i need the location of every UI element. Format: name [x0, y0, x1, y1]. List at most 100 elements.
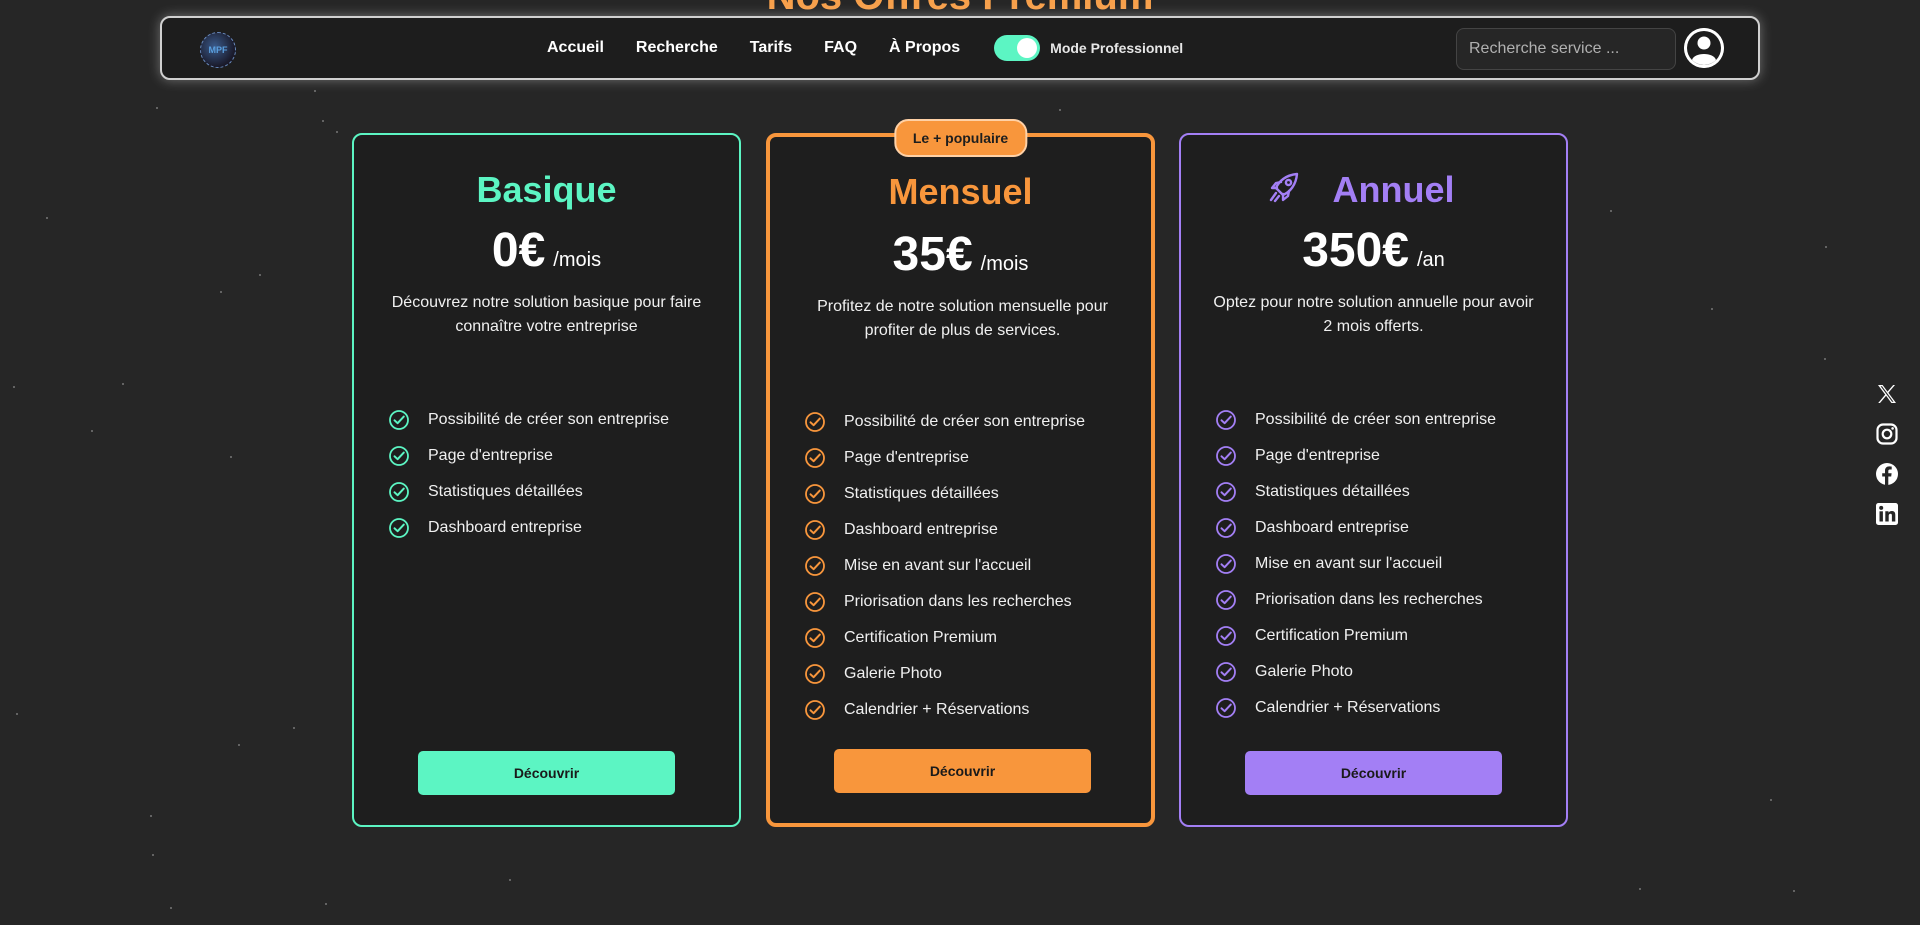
feature-item: Page d'entreprise [804, 440, 1085, 476]
feature-label: Dashboard entreprise [1255, 519, 1409, 536]
check-circle-icon [805, 700, 825, 720]
feature-item: Calendrier + Réservations [804, 692, 1085, 728]
plan-description: Optez pour notre solution annuelle pour … [1213, 294, 1534, 335]
instagram-icon[interactable] [1875, 422, 1899, 446]
check-circle-icon [389, 482, 409, 502]
user-avatar-icon[interactable] [1684, 28, 1724, 68]
star-dot [293, 727, 295, 729]
nav-link-recherche[interactable]: Recherche [636, 39, 718, 57]
check-circle-icon [389, 446, 409, 466]
nav-link-faq[interactable]: FAQ [824, 39, 857, 57]
mode-professionnel-toggle[interactable] [994, 35, 1041, 61]
check-circle-icon [805, 628, 825, 648]
plan-card-annuel: Annuel 350€ /an Optez pour notre solution… [1179, 133, 1568, 827]
price-period: /an [1416, 249, 1445, 271]
feature-item: Page d'entreprise [1215, 438, 1496, 474]
feature-list: Possibilité de créer son entreprise Page … [804, 404, 1085, 728]
check-circle-icon [1216, 626, 1236, 646]
star-dot [1711, 308, 1713, 310]
feature-label: Certification Premium [844, 629, 997, 646]
navbar: MPF Accueil Recherche Tarifs FAQ À Propo… [160, 16, 1760, 80]
plan-price: 350€ /an [1181, 223, 1566, 278]
check-circle-icon [1216, 446, 1236, 466]
logo[interactable]: MPF [200, 32, 236, 68]
star-dot [230, 456, 232, 458]
nav-links: Accueil Recherche Tarifs FAQ À Propos Mo… [547, 18, 1183, 78]
star-dot [13, 386, 15, 388]
feature-item: Priorisation dans les recherches [1215, 582, 1496, 618]
feature-label: Dashboard entreprise [844, 521, 998, 538]
price-period: /mois [553, 249, 602, 271]
feature-item: Page d'entreprise [388, 438, 669, 474]
plan-price: 0€ /mois [354, 223, 739, 278]
feature-label: Statistiques détaillées [1255, 483, 1410, 500]
feature-label: Dashboard entreprise [428, 519, 582, 536]
star-dot [150, 815, 152, 817]
decouvrir-basique-button[interactable]: Découvrir [418, 751, 675, 795]
star-dot [1770, 799, 1772, 801]
feature-label: Statistiques détaillées [844, 485, 999, 502]
check-circle-icon [389, 410, 409, 430]
star-dot [1639, 888, 1641, 890]
nav-link-tarifs[interactable]: Tarifs [750, 39, 792, 57]
plan-title: Basique [476, 169, 617, 210]
check-circle-icon [805, 412, 825, 432]
feature-label: Page d'entreprise [844, 449, 969, 466]
feature-label: Galerie Photo [844, 665, 942, 682]
star-dot [1059, 109, 1061, 111]
star-dot [238, 744, 240, 746]
search-input[interactable] [1456, 28, 1676, 70]
feature-item: Certification Premium [804, 620, 1085, 656]
social-links [1875, 382, 1901, 542]
feature-label: Certification Premium [1255, 627, 1408, 644]
feature-label: Priorisation dans les recherches [844, 593, 1072, 610]
x-icon[interactable] [1875, 382, 1899, 406]
facebook-icon[interactable] [1875, 462, 1899, 486]
check-circle-icon [805, 664, 825, 684]
mode-professionnel-label: Mode Professionnel [1050, 40, 1184, 56]
feature-label: Galerie Photo [1255, 663, 1353, 680]
star-dot [1610, 210, 1612, 212]
price-amount: 35€ [892, 228, 973, 281]
feature-label: Possibilité de créer son entreprise [844, 413, 1086, 430]
price-amount: 350€ [1302, 224, 1409, 277]
feature-item: Statistiques détaillées [1215, 474, 1496, 510]
nav-link-a-propos[interactable]: À Propos [889, 39, 960, 57]
star-dot [322, 120, 324, 122]
star-dot [91, 430, 93, 432]
feature-item: Galerie Photo [804, 656, 1085, 692]
star-dot [509, 879, 511, 881]
plan-title: Mensuel [888, 171, 1033, 212]
feature-label: Possibilité de créer son entreprise [428, 411, 670, 428]
decouvrir-mensuel-button[interactable]: Découvrir [834, 749, 1091, 793]
plan-title: Annuel [1332, 169, 1455, 210]
star-dot [336, 131, 338, 133]
decouvrir-annuel-button[interactable]: Découvrir [1245, 751, 1502, 795]
feature-list: Possibilité de créer son entreprise Page … [388, 402, 669, 546]
feature-label: Page d'entreprise [428, 447, 553, 464]
linkedin-icon[interactable] [1875, 502, 1899, 526]
star-dot [46, 217, 48, 219]
plan-card-mensuel: Le + populaire Mensuel 35€ /mois Profitez… [766, 119, 1155, 827]
nav-link-accueil[interactable]: Accueil [547, 39, 604, 57]
check-circle-icon [1216, 482, 1236, 502]
feature-label: Possibilité de créer son entreprise [1255, 411, 1497, 428]
star-dot [259, 274, 261, 276]
feature-item: Possibilité de créer son entreprise [388, 402, 669, 438]
price-period: /mois [980, 253, 1029, 275]
check-circle-icon [1216, 698, 1236, 718]
star-dot [156, 107, 158, 109]
logo-text: MPF [208, 45, 228, 55]
check-circle-icon [1216, 518, 1236, 538]
check-circle-icon [1216, 590, 1236, 610]
feature-item: Possibilité de créer son entreprise [804, 404, 1085, 440]
plan-card-basique: Basique 0€ /mois Découvrez notre solution… [352, 133, 741, 827]
check-circle-icon [1216, 410, 1236, 430]
feature-label: Calendrier + Réservations [1255, 699, 1441, 716]
feature-item: Mise en avant sur l'accueil [1215, 546, 1496, 582]
star-dot [1824, 358, 1826, 360]
star-dot [1793, 890, 1795, 892]
feature-label: Statistiques détaillées [428, 483, 583, 500]
feature-item: Possibilité de créer son entreprise [1215, 402, 1496, 438]
feature-item: Dashboard entreprise [804, 512, 1085, 548]
